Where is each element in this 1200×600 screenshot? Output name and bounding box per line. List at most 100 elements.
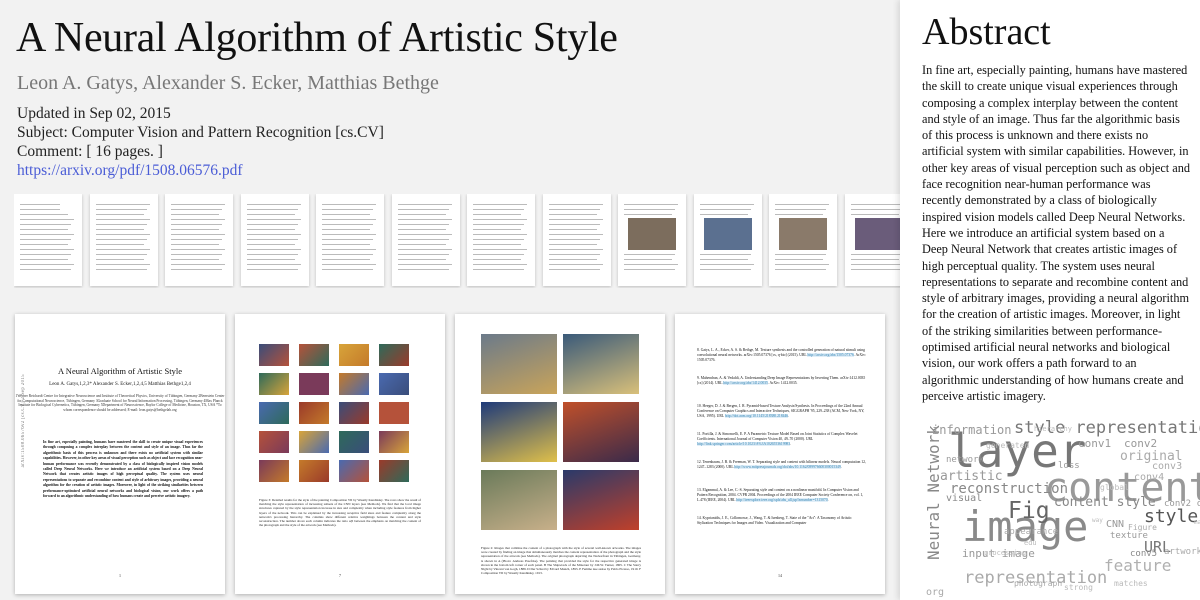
page-thumbnail-strip[interactable] [14, 194, 900, 288]
style-transfer-image [379, 344, 409, 366]
page-thumbnail[interactable] [542, 194, 611, 286]
page-preview-2[interactable]: Figure 3: Detailed results for the style… [235, 314, 445, 594]
word-cloud-term: loss [1058, 461, 1080, 471]
word-cloud-term: Figure [1128, 523, 1157, 532]
thumbnail-text-line [624, 254, 675, 255]
thumbnail-text-line [548, 239, 600, 240]
thumbnail-text-line [95, 269, 147, 270]
abstract-panel: Abstract In fine art, especially paintin… [900, 0, 1200, 600]
page-previews: arXiv:1508.06576v2 [cs.CV] 2 Sep 2015 A … [0, 310, 900, 600]
style-transfer-image [379, 373, 409, 395]
word-cloud-term: conv3 [1152, 461, 1183, 472]
page-thumbnail[interactable] [89, 194, 158, 286]
style-transfer-image [259, 431, 289, 453]
thumbnail-text-line [397, 249, 452, 250]
page-preview-4[interactable]: 8. Gatys, L. A., Ecker, A. S. & Bethge, … [675, 314, 885, 594]
word-cloud-term: match [1194, 519, 1200, 526]
page-thumbnail[interactable] [844, 194, 900, 286]
figure2-image-grid [481, 334, 641, 554]
thumbnail-text-line [246, 264, 301, 265]
thumbnail-text-line [397, 209, 449, 210]
page-thumbnail[interactable] [391, 194, 460, 286]
word-cloud-term: conv2 conv3 [1164, 499, 1200, 509]
thumbnail-text-line [548, 259, 597, 260]
thumbnail-text-line [624, 259, 672, 260]
paper-authors: Leon A. Gatys, Alexander S. Ecker, Matth… [17, 72, 439, 94]
paper-title: A Neural Algorithm of Artistic Style [16, 15, 618, 61]
updated-date: Updated in Sep 02, 2015 [17, 105, 171, 122]
reference-url[interactable]: http://www.mitpressjournals.org/doi/abs/… [734, 465, 841, 469]
thumbnail-text-line [95, 229, 144, 230]
artwork-image [481, 470, 557, 530]
thumbnail-text-line [322, 259, 370, 260]
thumbnail-text-line [850, 254, 900, 255]
word-cloud-term: generated [986, 441, 1030, 450]
thumbnail-text-line [322, 254, 373, 255]
page-thumbnail[interactable] [165, 194, 233, 286]
thumbnail-text-line [850, 209, 900, 210]
page-thumbnail[interactable] [769, 194, 837, 286]
thumbnail-text-line [171, 239, 222, 240]
thumbnail-figure [779, 218, 827, 250]
page-preview-1[interactable]: arXiv:1508.06576v2 [cs.CV] 2 Sep 2015 A … [15, 314, 225, 594]
page-preview-3[interactable]: Figure 2: Images that combine the conten… [455, 314, 665, 594]
thumbnail-text-line [850, 264, 900, 265]
word-cloud-term: conv2 [1124, 437, 1158, 450]
word-cloud-term: information [932, 423, 1012, 437]
thumbnail-text-line [473, 234, 527, 235]
word-cloud-term: appearance [1004, 527, 1059, 537]
comment: Comment: [ 16 pages. ] [17, 143, 163, 160]
thumbnail-text-line [95, 234, 150, 235]
page-thumbnail[interactable] [693, 194, 762, 286]
page-thumbnail[interactable] [316, 194, 384, 286]
thumbnail-text-line [699, 254, 751, 255]
thumbnail-text-line [624, 209, 675, 210]
thumbnail-text-line [322, 269, 373, 270]
reference-url[interactable]: http://arxiv.org/abs/1412.0035 [723, 381, 768, 385]
thumbnail-text-line [775, 214, 823, 215]
style-transfer-image [299, 402, 329, 424]
reference-url[interactable]: http://arxiv.org/abs/1505.07376 [807, 353, 854, 357]
thumbnail-text-line [473, 214, 521, 215]
thumbnail-text-line [473, 244, 521, 245]
reference-url[interactable]: http://doi.acm.org/10.1145/218380.218446 [724, 414, 789, 418]
thumbnail-text-line [20, 224, 71, 225]
thumbnail-text-line [548, 234, 603, 235]
thumbnail-text-line [699, 204, 754, 205]
page-number: 1 [119, 573, 121, 578]
thumbnail-text-line [473, 269, 524, 270]
thumbnail-text-line [548, 244, 597, 245]
page1-authors: Leon A. Gatys,1,2,3* Alexander S. Ecker,… [49, 382, 191, 387]
thumbnail-text-line [246, 209, 298, 210]
reference-item: 8. Gatys, L. A., Ecker, A. S. & Bethge, … [697, 348, 867, 363]
reference-text: 14. Kyprianidis, J. E., Collomosse, J., … [697, 516, 852, 525]
page-thumbnail[interactable] [14, 194, 82, 286]
page1-body: In fine art, especially painting, humans… [43, 440, 203, 499]
word-cloud-term: CNN [1106, 519, 1125, 530]
thumbnail-text-line [246, 269, 298, 270]
thumbnail-text-line [775, 254, 826, 255]
thumbnail-text-line [322, 249, 376, 250]
reference-item: 11. Portilla, J. & Simoncelli, E. P. A P… [697, 432, 867, 447]
thumbnail-text-line [473, 249, 527, 250]
page-thumbnail[interactable] [467, 194, 535, 286]
reference-item: 13. Elgammal, A. & Lee, C.-S. Separating… [697, 488, 867, 503]
reference-url[interactable]: http://ieeexplore.ieee.org/xpls/abs_all.… [736, 498, 828, 502]
page-thumbnail[interactable] [240, 194, 309, 286]
thumbnail-text-line [699, 214, 748, 215]
page1-affiliations: 1Werner Reichardt Centre for Integrative… [15, 394, 225, 412]
pdf-link[interactable]: https://arxiv.org/pdf/1508.06576.pdf [17, 162, 243, 179]
thumbnail-text-line [246, 249, 301, 250]
word-cloud: layer image content style representation Neu… [924, 420, 1200, 600]
thumbnail-text-line [473, 209, 524, 210]
page-thumbnail[interactable] [618, 194, 686, 286]
word-cloud-term: hierarchy [1034, 425, 1072, 433]
thumbnail-text-line [548, 254, 600, 255]
style-transfer-image [299, 344, 329, 366]
thumbnail-text-line [246, 219, 301, 220]
word-cloud-term: Fig [1008, 498, 1050, 524]
reference-url[interactable]: http://link.springer.com/article/10.1023… [697, 442, 791, 446]
thumbnail-text-line [20, 229, 68, 230]
word-cloud-term: conv4 [1134, 472, 1165, 483]
thumbnail-figure [703, 218, 752, 250]
